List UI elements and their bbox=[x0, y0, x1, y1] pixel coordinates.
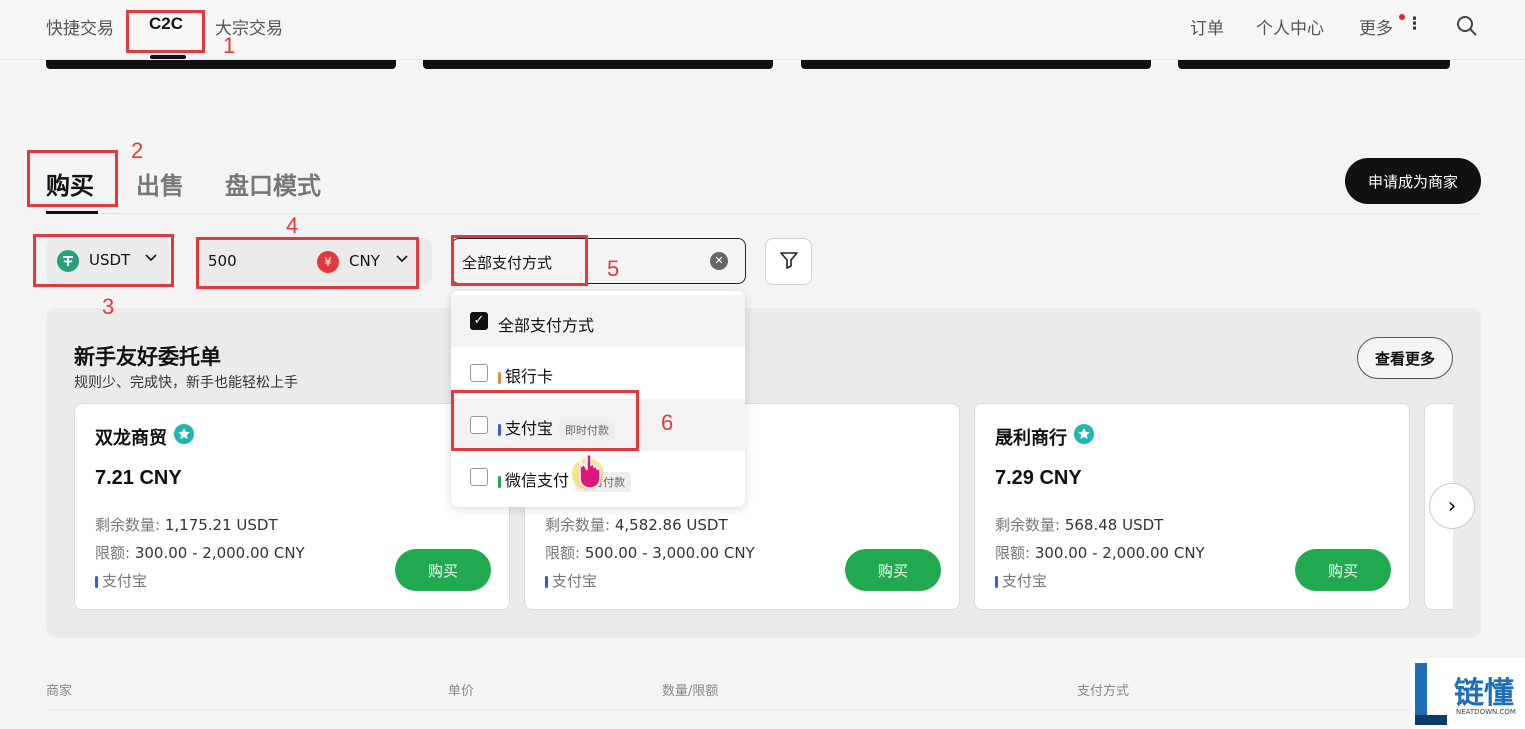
merchant-card[interactable]: 晟利商行 7.29 CNY 剩余数量: 568.48 USDT 限额: 300.… bbox=[974, 403, 1410, 610]
remaining-row: 剩余数量: 568.48 USDT bbox=[995, 516, 1164, 534]
payment-row: 支付宝 bbox=[995, 570, 1047, 591]
annotation-box-1 bbox=[126, 10, 205, 53]
verified-icon bbox=[1074, 424, 1094, 448]
become-merchant-button[interactable]: 申请成为商家 bbox=[1345, 158, 1481, 204]
limit-row: 限额: 300.00 - 2,000.00 CNY bbox=[995, 544, 1205, 562]
watermark-subtext: NEATDOWN.COM bbox=[1456, 708, 1516, 716]
chevron-right-icon[interactable]: › bbox=[1429, 483, 1475, 529]
annotation-number-5: 5 bbox=[607, 256, 620, 281]
checkbox-icon[interactable] bbox=[470, 364, 488, 382]
annotation-number-3: 3 bbox=[102, 294, 115, 319]
filter-button[interactable] bbox=[765, 238, 812, 285]
annotation-box-4 bbox=[196, 237, 419, 289]
limit-row: 限额: 300.00 - 2,000.00 CNY bbox=[95, 544, 305, 562]
buy-button[interactable]: 购买 bbox=[1295, 549, 1391, 591]
dropdown-item-label: 银行卡 bbox=[498, 363, 553, 387]
nav-quick-trade[interactable]: 快捷交易 bbox=[46, 14, 114, 39]
watermark-l-icon bbox=[1415, 663, 1447, 725]
nav-orders[interactable]: 订单 bbox=[1190, 14, 1224, 39]
annotation-number-4: 4 bbox=[286, 213, 299, 238]
dropdown-item-label: 微信支付 即时付款 bbox=[498, 467, 632, 492]
alipay-marker bbox=[545, 575, 548, 588]
merchant-price: 7.29 CNY bbox=[995, 467, 1082, 489]
merchant-card[interactable]: 双龙商贸 7.21 CNY 剩余数量: 1,175.21 USDT 限额: 30… bbox=[74, 403, 510, 610]
alipay-marker bbox=[95, 575, 98, 588]
payment-row: 支付宝 bbox=[95, 570, 147, 591]
hand-pointer-icon bbox=[568, 444, 608, 496]
buy-button[interactable]: 购买 bbox=[845, 549, 941, 591]
watermark-text: 链懂 bbox=[1454, 676, 1514, 711]
remaining-row: 剩余数量: 4,582.86 USDT bbox=[545, 516, 728, 534]
tab-sell[interactable]: 出售 bbox=[136, 166, 184, 201]
table-divider bbox=[46, 709, 1406, 710]
filter-icon bbox=[779, 250, 799, 274]
view-more-button[interactable]: 查看更多 bbox=[1357, 337, 1453, 379]
column-header-amount: 数量/限额 bbox=[662, 684, 719, 699]
column-header-merchant: 商家 bbox=[46, 684, 73, 699]
tab-divider bbox=[46, 213, 1481, 214]
dropdown-item-label: 全部支付方式 bbox=[498, 316, 595, 335]
panel-subtitle: 规则少、完成快，新手也能轻松上手 bbox=[74, 375, 298, 391]
banner-card[interactable] bbox=[46, 60, 396, 69]
nav-profile[interactable]: 个人中心 bbox=[1256, 14, 1324, 39]
dropdown-item-all[interactable]: ✓ 全部支付方式 bbox=[451, 295, 745, 347]
tab-active-underline bbox=[46, 211, 98, 214]
column-header-price: 单价 bbox=[448, 684, 475, 699]
banner-card[interactable] bbox=[423, 60, 773, 69]
bank-marker bbox=[498, 371, 501, 384]
clear-icon[interactable]: ✕ bbox=[710, 252, 728, 270]
banner-card[interactable] bbox=[1178, 60, 1450, 69]
annotation-box-3 bbox=[33, 234, 174, 287]
annotation-box-5 bbox=[451, 235, 588, 286]
alipay-marker bbox=[995, 575, 998, 588]
watermark-logo: 链懂 NEATDOWN.COM bbox=[1410, 658, 1525, 729]
annotation-number-1: 1 bbox=[223, 33, 236, 58]
merchant-price: 7.21 CNY bbox=[95, 467, 182, 489]
panel-title: 新手友好委托单 bbox=[74, 345, 221, 369]
wechat-marker bbox=[498, 475, 501, 488]
annotation-number-2: 2 bbox=[131, 138, 144, 163]
merchant-name: 晟利商行 bbox=[995, 428, 1067, 449]
remaining-row: 剩余数量: 1,175.21 USDT bbox=[95, 516, 278, 534]
annotation-box-6 bbox=[451, 390, 639, 451]
nav-more[interactable]: 更多 bbox=[1359, 14, 1393, 39]
notification-dot bbox=[1399, 14, 1405, 20]
more-dots-icon[interactable]: ⋮ bbox=[1406, 14, 1423, 34]
column-header-payment: 支付方式 bbox=[1077, 684, 1130, 699]
checkbox-icon[interactable] bbox=[470, 468, 488, 486]
tab-orderbook[interactable]: 盘口模式 bbox=[225, 166, 321, 201]
merchant-name: 双龙商贸 bbox=[95, 428, 167, 449]
buy-button[interactable]: 购买 bbox=[395, 549, 491, 591]
verified-icon bbox=[174, 424, 194, 448]
limit-row: 限额: 500.00 - 3,000.00 CNY bbox=[545, 544, 755, 562]
payment-row: 支付宝 bbox=[545, 570, 597, 591]
annotation-box-2 bbox=[27, 150, 118, 207]
checkbox-checked-icon[interactable]: ✓ bbox=[470, 312, 488, 330]
nav-active-underline bbox=[150, 55, 186, 59]
annotation-number-6: 6 bbox=[661, 410, 674, 435]
search-icon[interactable] bbox=[1456, 15, 1478, 41]
banner-card[interactable] bbox=[801, 60, 1151, 69]
